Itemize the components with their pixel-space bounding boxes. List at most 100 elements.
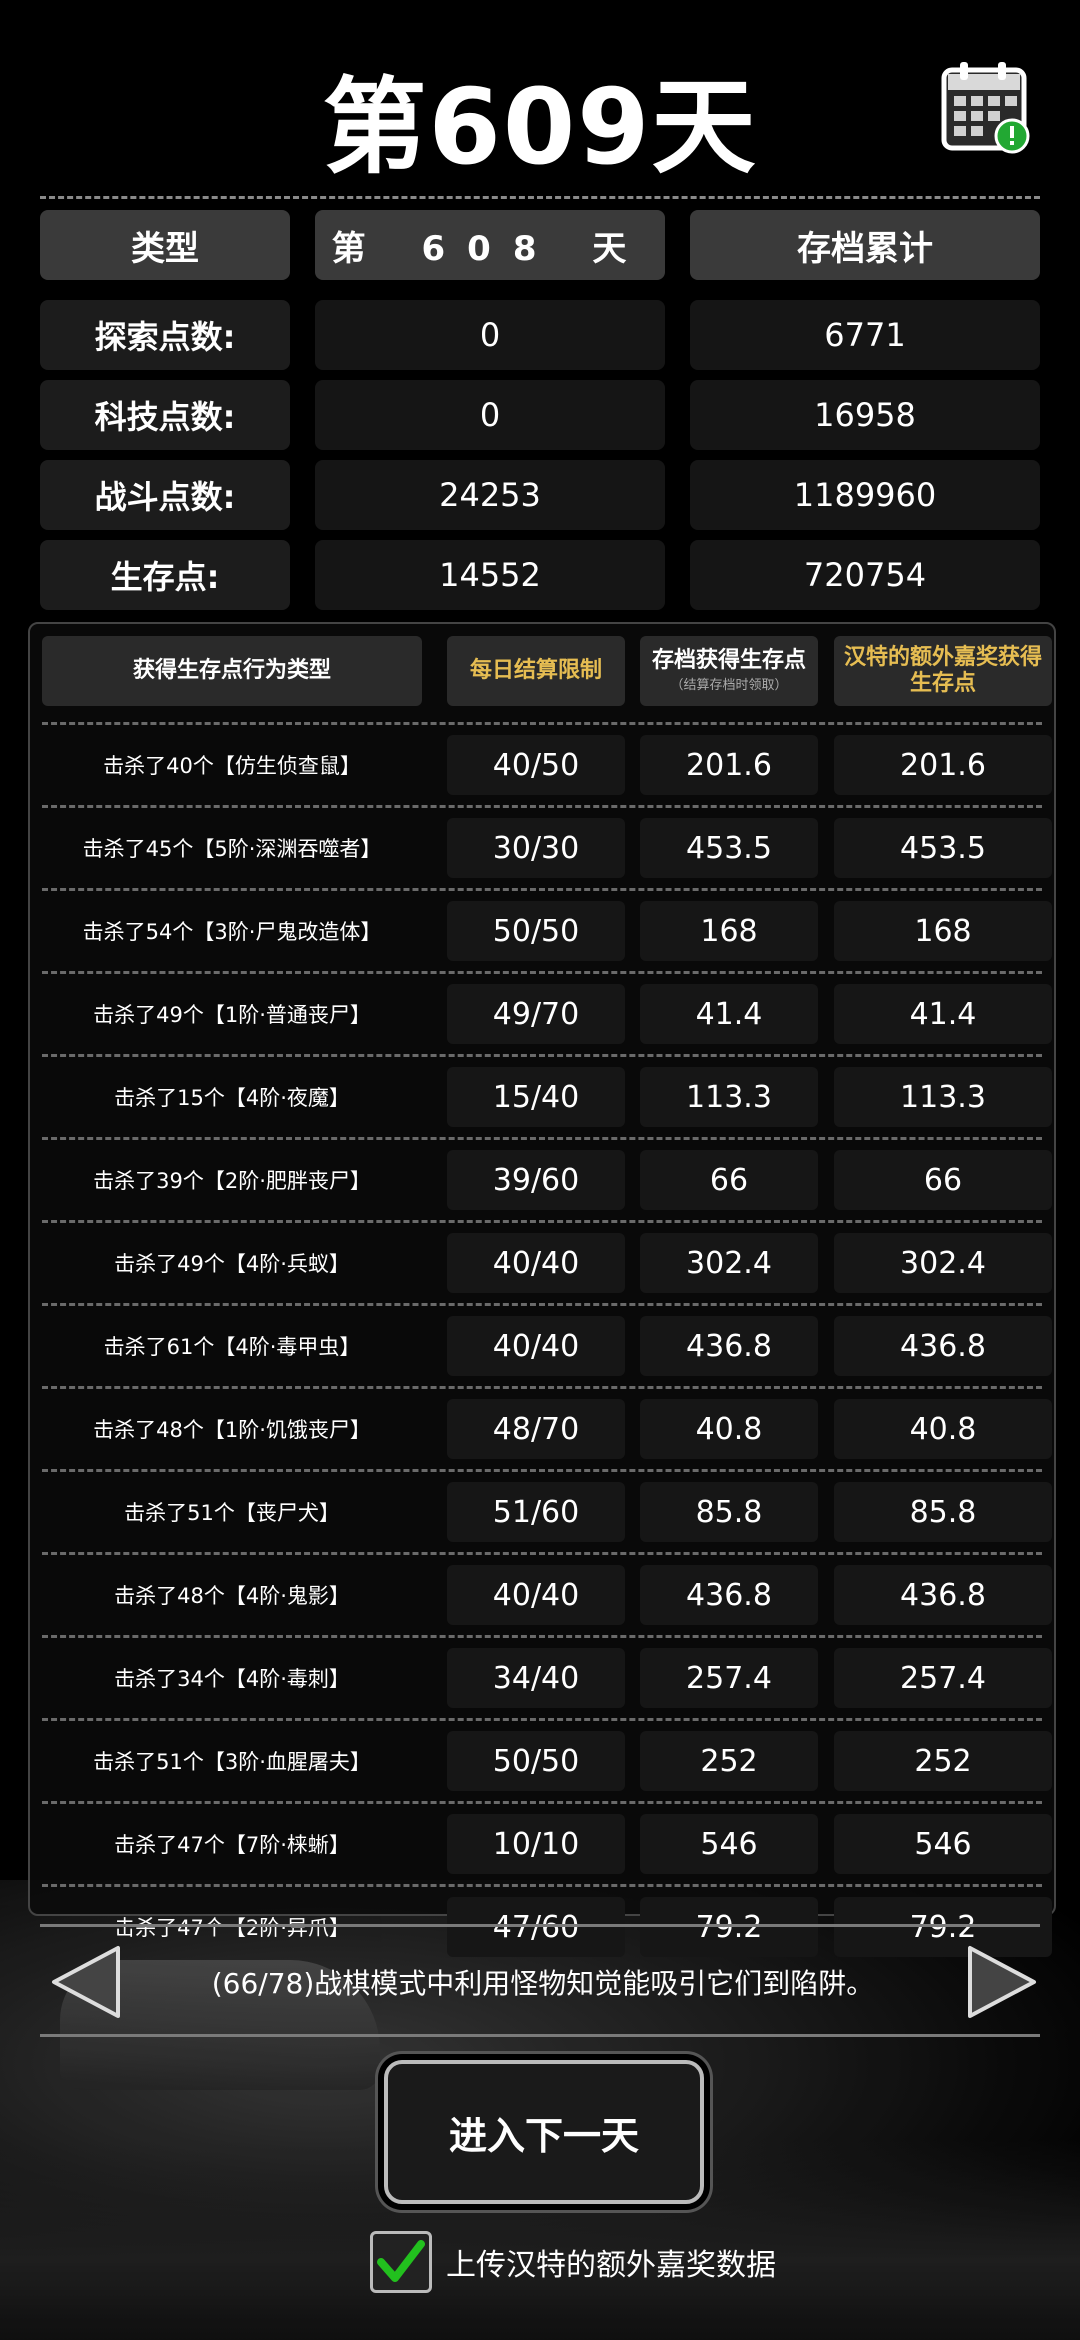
column-header-daily-limit: 每日结算限制 bbox=[447, 636, 625, 706]
column-header-bonus: 汉特的额外嘉奖获得生存点 bbox=[834, 636, 1052, 706]
row-daily-limit: 48/70 bbox=[447, 1399, 625, 1459]
table-row: 击杀了40个【仿生侦查鼠】 40/50 201.6 201.6 bbox=[42, 722, 1052, 805]
row-action-type: 击杀了54个【3阶·尸鬼改造体】 bbox=[82, 920, 382, 944]
row-archive-points: 252 bbox=[640, 1731, 818, 1791]
column-header-archive-note: （结算存档时领取） bbox=[670, 678, 788, 694]
row-action-type: 击杀了61个【4阶·毒甲虫】 bbox=[103, 1335, 361, 1359]
row-archive-points: 85.8 bbox=[640, 1482, 818, 1542]
row-daily-limit: 10/10 bbox=[447, 1814, 625, 1874]
column-header-archive-label: 存档获得生存点 bbox=[651, 648, 806, 673]
summary-header-row: 类型 第 608 天 存档累计 bbox=[40, 210, 1040, 280]
calendar-alert-icon[interactable] bbox=[940, 60, 1034, 154]
summary-row-label: 科技点数: bbox=[40, 380, 290, 450]
row-action-type: 击杀了48个【4阶·鬼影】 bbox=[114, 1584, 350, 1608]
summary-row-total-value: 1189960 bbox=[690, 460, 1040, 530]
row-bonus-points: 201.6 bbox=[834, 735, 1052, 795]
row-bonus-points: 252 bbox=[834, 1731, 1052, 1791]
upload-label: 上传汉特的额外嘉奖数据 bbox=[446, 2248, 776, 2283]
row-daily-limit: 34/40 bbox=[447, 1648, 625, 1708]
table-row: 击杀了51个【丧尸犬】 51/60 85.8 85.8 bbox=[42, 1469, 1052, 1552]
next-tip-arrow-icon[interactable] bbox=[966, 1944, 1040, 2020]
summary-header-total: 存档累计 bbox=[690, 210, 1040, 280]
row-bonus-points: 113.3 bbox=[834, 1067, 1052, 1127]
summary-row-day-value: 24253 bbox=[315, 460, 665, 530]
row-archive-points: 257.4 bbox=[640, 1648, 818, 1708]
summary-header-type: 类型 bbox=[40, 210, 290, 280]
row-daily-limit: 39/60 bbox=[447, 1150, 625, 1210]
table-row: 击杀了51个【3阶·血腥屠夫】 50/50 252 252 bbox=[42, 1718, 1052, 1801]
row-bonus-points: 436.8 bbox=[834, 1565, 1052, 1625]
summary-row-total-value: 720754 bbox=[690, 540, 1040, 610]
table-row: 击杀了15个【4阶·夜魔】 15/40 113.3 113.3 bbox=[42, 1054, 1052, 1137]
row-archive-points: 113.3 bbox=[640, 1067, 818, 1127]
table-row: 击杀了48个【1阶·饥饿丧尸】 48/70 40.8 40.8 bbox=[42, 1386, 1052, 1469]
table-row: 击杀了61个【4阶·毒甲虫】 40/40 436.8 436.8 bbox=[42, 1303, 1052, 1386]
summary-row-day-value: 14552 bbox=[315, 540, 665, 610]
row-bonus-points: 85.8 bbox=[834, 1482, 1052, 1542]
table-row: 击杀了49个【4阶·兵蚁】 40/40 302.4 302.4 bbox=[42, 1220, 1052, 1303]
row-archive-points: 41.4 bbox=[640, 984, 818, 1044]
table-row: 击杀了47个【7阶·梾蜥】 10/10 546 546 bbox=[42, 1801, 1052, 1884]
row-daily-limit: 49/70 bbox=[447, 984, 625, 1044]
summary-row-exploration: 探索点数: 0 6771 bbox=[40, 300, 1040, 370]
row-action-type: 击杀了40个【仿生侦查鼠】 bbox=[103, 754, 361, 778]
tip-bar: (66/78)战棋模式中利用怪物知觉能吸引它们到陷阱。 bbox=[40, 1932, 1040, 2032]
row-action-type: 击杀了34个【4阶·毒刺】 bbox=[114, 1667, 350, 1691]
row-bonus-points: 302.4 bbox=[834, 1233, 1052, 1293]
previous-tip-arrow-icon[interactable] bbox=[48, 1944, 122, 2020]
row-daily-limit: 15/40 bbox=[447, 1067, 625, 1127]
table-body: 击杀了40个【仿生侦查鼠】 40/50 201.6 201.6 击杀了45个【5阶·深渊… bbox=[42, 722, 1052, 1967]
upload-bonus-toggle[interactable]: 上传汉特的额外嘉奖数据 bbox=[370, 2231, 776, 2293]
row-action-type: 击杀了48个【1阶·饥饿丧尸】 bbox=[93, 1418, 371, 1442]
summary-row-label: 探索点数: bbox=[40, 300, 290, 370]
checkmark-icon bbox=[377, 2240, 425, 2282]
summary-row-label: 战斗点数: bbox=[40, 460, 290, 530]
table-header: 获得生存点行为类型 每日结算限制 存档获得生存点 （结算存档时领取） 汉特的额外… bbox=[42, 636, 1052, 706]
table-row: 击杀了34个【4阶·毒刺】 34/40 257.4 257.4 bbox=[42, 1635, 1052, 1718]
row-archive-points: 436.8 bbox=[640, 1565, 818, 1625]
table-row: 击杀了39个【2阶·肥胖丧尸】 39/60 66 66 bbox=[42, 1137, 1052, 1220]
row-bonus-points: 66 bbox=[834, 1150, 1052, 1210]
row-daily-limit: 50/50 bbox=[447, 1731, 625, 1791]
summary-row-day-value: 0 bbox=[315, 300, 665, 370]
survival-points-table[interactable]: 获得生存点行为类型 每日结算限制 存档获得生存点 （结算存档时领取） 汉特的额外… bbox=[28, 622, 1056, 1957]
row-action-type: 击杀了45个【5阶·深渊吞噬者】 bbox=[82, 837, 382, 861]
row-bonus-points: 168 bbox=[834, 901, 1052, 961]
table-row: 击杀了49个【1阶·普通丧尸】 49/70 41.4 41.4 bbox=[42, 971, 1052, 1054]
summary-row-tech: 科技点数: 0 16958 bbox=[40, 380, 1040, 450]
row-bonus-points: 257.4 bbox=[834, 1648, 1052, 1708]
row-daily-limit: 30/30 bbox=[447, 818, 625, 878]
row-bonus-points: 40.8 bbox=[834, 1399, 1052, 1459]
divider bbox=[40, 196, 1040, 199]
row-bonus-points: 453.5 bbox=[834, 818, 1052, 878]
row-archive-points: 302.4 bbox=[640, 1233, 818, 1293]
tip-divider-top bbox=[40, 1924, 1040, 1927]
summary-header-day: 第 608 天 bbox=[315, 210, 665, 280]
table-row: 击杀了48个【4阶·鬼影】 40/40 436.8 436.8 bbox=[42, 1552, 1052, 1635]
row-daily-limit: 51/60 bbox=[447, 1482, 625, 1542]
summary-row-combat: 战斗点数: 24253 1189960 bbox=[40, 460, 1040, 530]
upload-checkbox[interactable] bbox=[370, 2231, 432, 2293]
next-day-button[interactable]: 进入下一天 bbox=[384, 2060, 704, 2204]
row-bonus-points: 546 bbox=[834, 1814, 1052, 1874]
row-daily-limit: 50/50 bbox=[447, 901, 625, 961]
summary-row-survival: 生存点: 14552 720754 bbox=[40, 540, 1040, 610]
summary-row-total-value: 6771 bbox=[690, 300, 1040, 370]
column-header-type: 获得生存点行为类型 bbox=[42, 636, 422, 706]
row-action-type: 击杀了49个【4阶·兵蚁】 bbox=[114, 1252, 350, 1276]
row-action-type: 击杀了15个【4阶·夜魔】 bbox=[114, 1086, 350, 1110]
row-action-type: 击杀了51个【丧尸犬】 bbox=[124, 1501, 340, 1525]
summary-row-label: 生存点: bbox=[40, 540, 290, 610]
row-archive-points: 201.6 bbox=[640, 735, 818, 795]
row-archive-points: 546 bbox=[640, 1814, 818, 1874]
row-archive-points: 66 bbox=[640, 1150, 818, 1210]
row-daily-limit: 40/40 bbox=[447, 1233, 625, 1293]
column-header-archive: 存档获得生存点 （结算存档时领取） bbox=[640, 636, 818, 706]
row-daily-limit: 40/40 bbox=[447, 1316, 625, 1376]
summary-row-day-value: 0 bbox=[315, 380, 665, 450]
summary-row-total-value: 16958 bbox=[690, 380, 1040, 450]
row-daily-limit: 40/50 bbox=[447, 735, 625, 795]
row-action-type: 击杀了39个【2阶·肥胖丧尸】 bbox=[93, 1169, 371, 1193]
tip-divider-bottom bbox=[40, 2034, 1040, 2037]
row-action-type: 击杀了49个【1阶·普通丧尸】 bbox=[93, 1003, 371, 1027]
